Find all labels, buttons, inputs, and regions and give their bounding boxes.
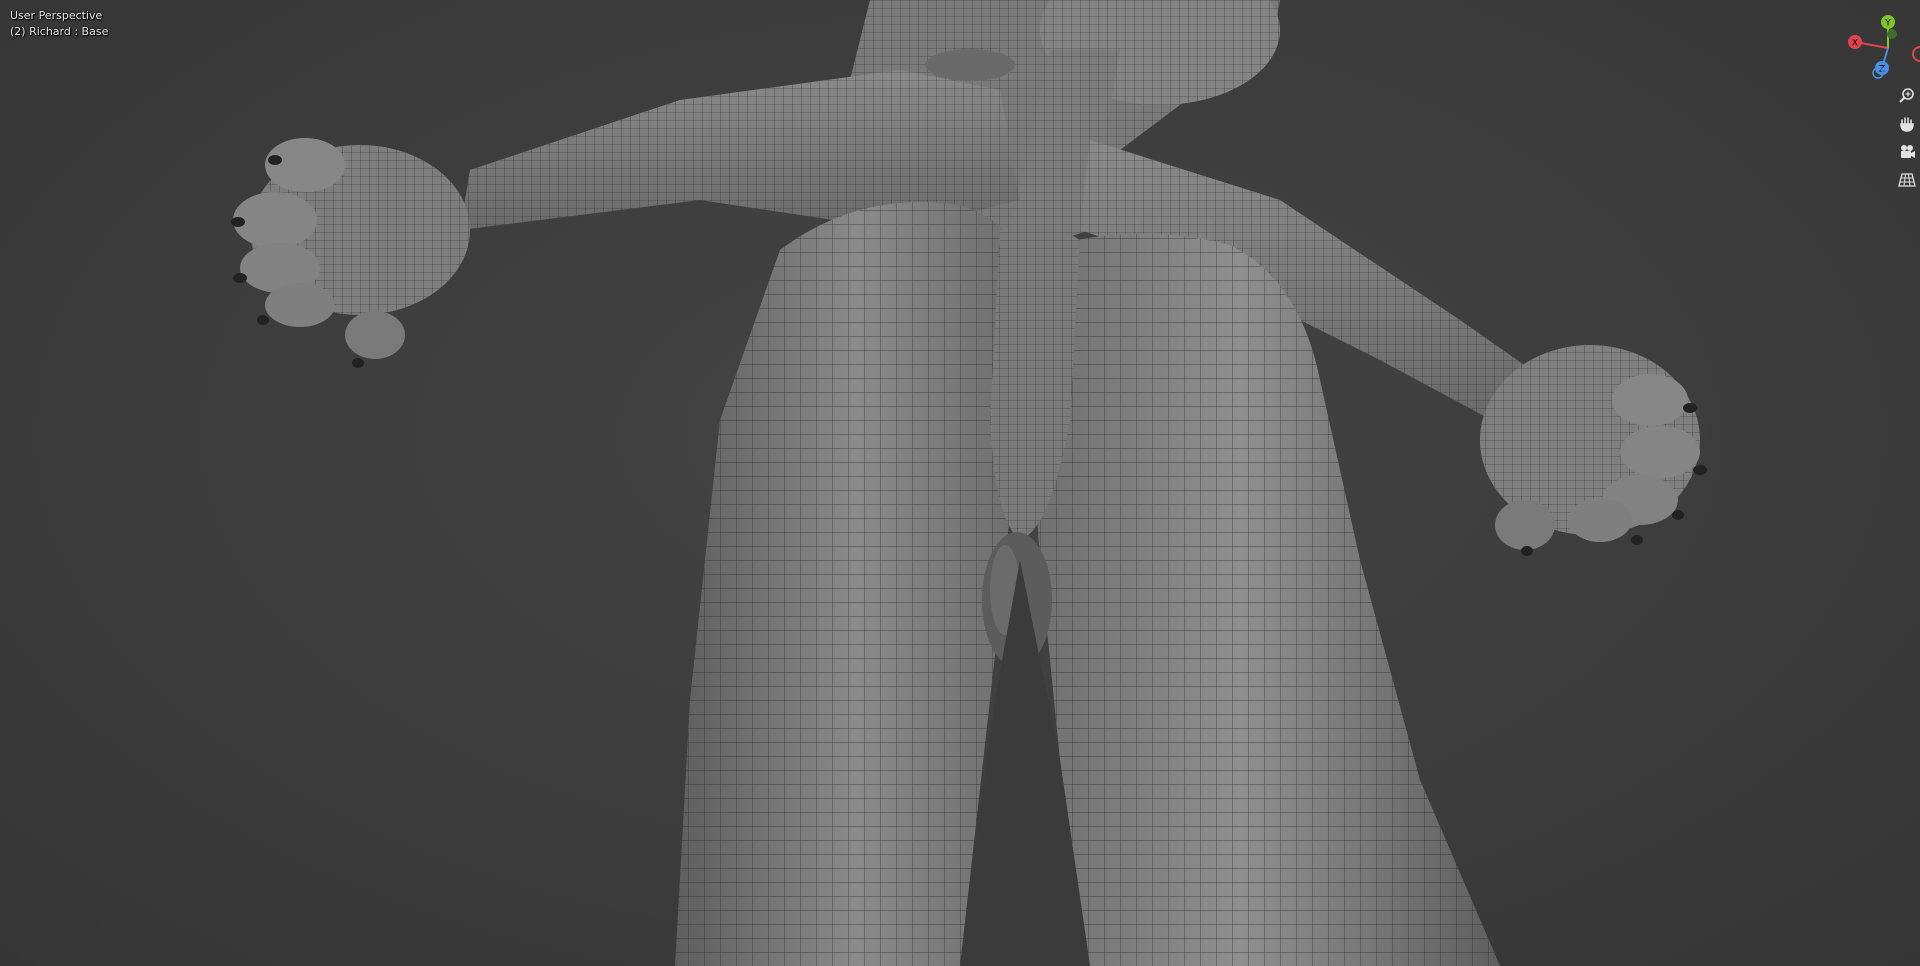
camera-icon <box>1901 145 1915 158</box>
navigation-controls <box>1895 84 1920 196</box>
mesh-scene[interactable] <box>0 0 1920 966</box>
object-info: (2) Richard : Base <box>10 25 109 38</box>
zoom-icon <box>1899 88 1914 103</box>
zoom-button[interactable] <box>1895 84 1919 108</box>
view-name: User Perspective <box>10 9 103 22</box>
hand-icon <box>1900 117 1914 132</box>
camera-view-button[interactable] <box>1895 140 1919 164</box>
axis-gizmo[interactable]: X Y Z <box>1840 10 1920 80</box>
3d-viewport[interactable]: User Perspective (2) Richard : Base X Y … <box>0 0 1920 966</box>
axis-neg-x-handle[interactable] <box>1912 46 1920 62</box>
viewport-info: User Perspective (2) Richard : Base <box>10 8 108 40</box>
axis-neg-y-handle[interactable] <box>1887 29 1897 39</box>
ortho-toggle-button[interactable] <box>1895 168 1919 192</box>
axis-x-label: X <box>1852 39 1858 49</box>
axis-y-label: Y <box>1884 19 1891 29</box>
pan-button[interactable] <box>1895 112 1919 136</box>
grid-icon <box>1898 173 1916 187</box>
